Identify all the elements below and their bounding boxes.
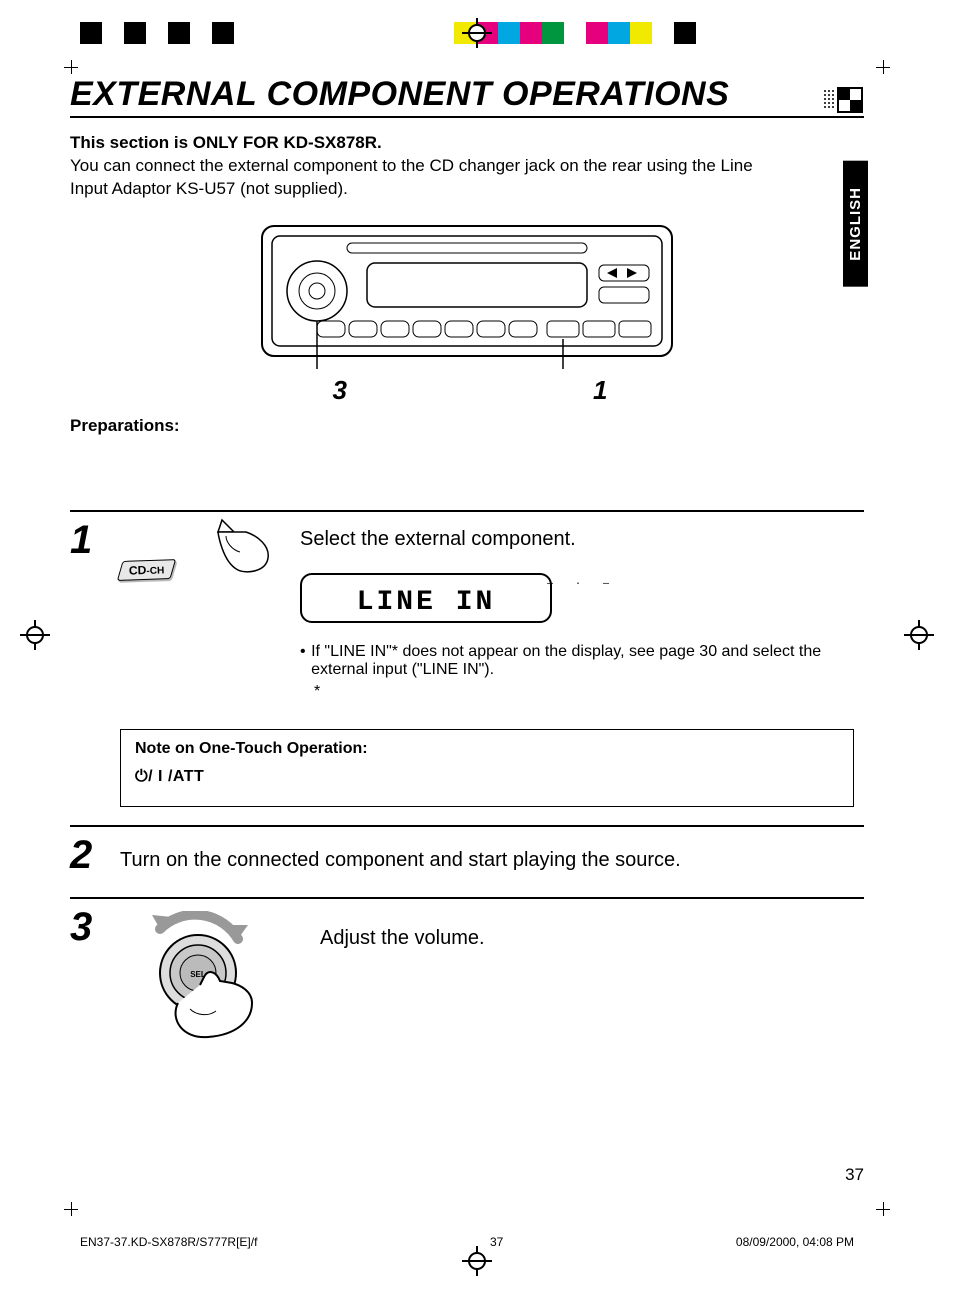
intro-text: This section is ONLY FOR KD-SX878R. You …: [70, 132, 864, 201]
step-number: 1: [70, 520, 120, 560]
external-component-icon: [822, 86, 864, 114]
step-number: 3: [70, 907, 120, 947]
page-content: EXTERNAL COMPONENT OPERATIONS ENGLISH Th…: [70, 75, 864, 1046]
crop-mark-icon: [64, 1202, 78, 1216]
step-2-text: Turn on the connected component and star…: [120, 849, 864, 872]
step-1-note: If "LINE IN"* does not appear on the dis…: [311, 643, 864, 679]
crop-mark-icon: [876, 60, 890, 74]
callout-3: 3: [333, 375, 347, 406]
volume-knob-icon: SEL: [120, 911, 280, 1041]
footer-center: 37: [490, 1235, 503, 1249]
step-2: 2 Turn on the connected component and st…: [70, 835, 864, 875]
registration-mark-icon: [904, 620, 934, 650]
power-att-icon: ⏻/ I /ATT: [135, 768, 839, 786]
step-1-asterisk: *: [314, 683, 864, 701]
step-number: 2: [70, 835, 120, 875]
step-1: 1 CD-CH Select the external component. —…: [70, 520, 864, 701]
page-title: EXTERNAL COMPONENT OPERATIONS: [70, 75, 729, 114]
page-number: 37: [845, 1165, 864, 1185]
registration-mark-icon: [20, 620, 50, 650]
step-3-text: Adjust the volume.: [320, 927, 864, 950]
step-1-heading: Select the external component.: [300, 528, 864, 551]
step-1-graphic: CD-CH: [120, 520, 300, 580]
intro-body: You can connect the external component t…: [70, 155, 790, 201]
bullet-icon: •: [300, 643, 311, 679]
callout-1: 1: [593, 375, 607, 406]
divider: [70, 897, 864, 899]
footer: EN37-37.KD-SX878R/S777R[E]/f 37 08/09/20…: [70, 1235, 864, 1249]
illustration-callouts: 3 1: [70, 375, 864, 406]
step-3-graphic: SEL: [120, 907, 320, 1046]
car-stereo-illustration: [257, 221, 677, 371]
registration-mark-icon: [462, 1246, 492, 1276]
pressing-finger-icon: [216, 518, 276, 574]
step-3: 3 SEL Adjust the volume.: [70, 907, 864, 1046]
cd-ch-button-icon: CD-CH: [117, 559, 176, 581]
lcd-display: — · — LINE IN: [300, 573, 552, 623]
divider: [70, 510, 864, 512]
preparations-heading: Preparations:: [70, 416, 864, 436]
registration-mark-icon: [462, 18, 492, 48]
crop-mark-icon: [876, 1202, 890, 1216]
note-box: Note on One-Touch Operation: ⏻/ I /ATT: [120, 729, 854, 807]
language-tab: ENGLISH: [843, 161, 868, 287]
crop-mark-icon: [64, 60, 78, 74]
intro-bold: This section is ONLY FOR KD-SX878R.: [70, 132, 864, 155]
lcd-text: LINE IN: [357, 589, 496, 617]
footer-right: 08/09/2000, 04:08 PM: [736, 1235, 854, 1249]
note-box-title: Note on One-Touch Operation:: [135, 740, 839, 758]
footer-left: EN37-37.KD-SX878R/S777R[E]/f: [80, 1235, 257, 1249]
divider: [70, 825, 864, 827]
